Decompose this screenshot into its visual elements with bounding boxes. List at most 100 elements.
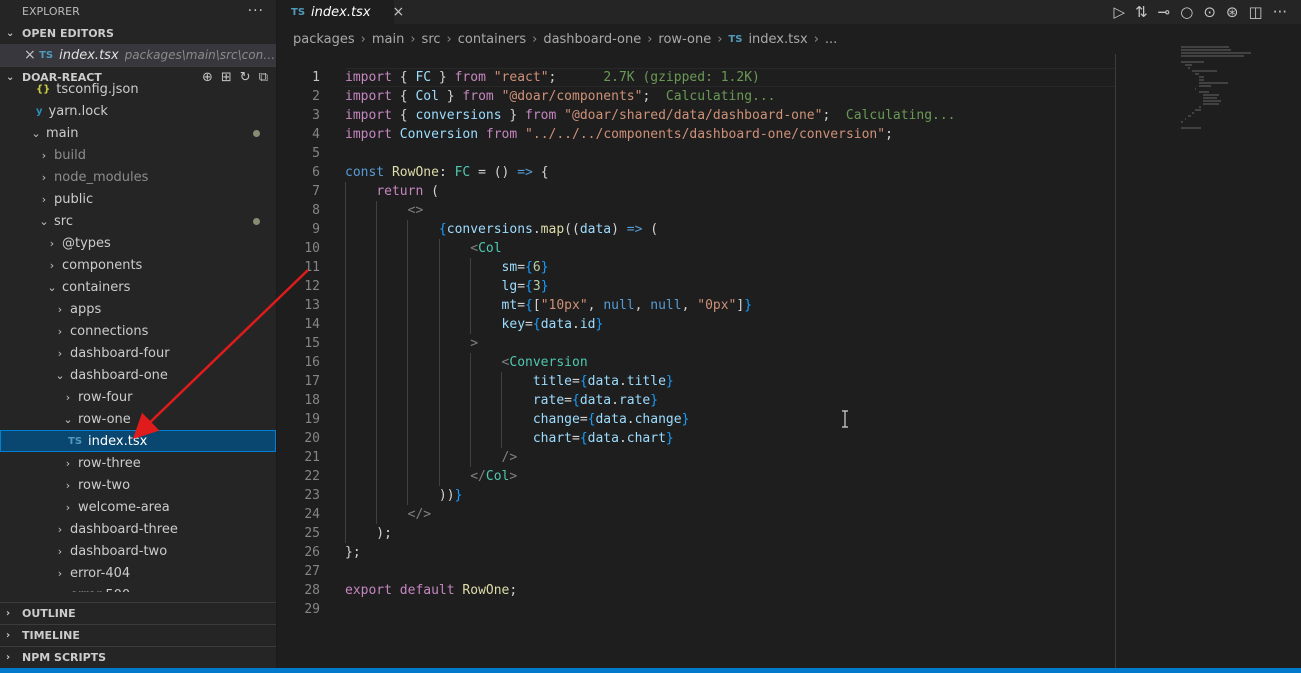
tree-item-welcome-area[interactable]: › welcome-area (0, 496, 276, 518)
code-line[interactable]: 16 <Conversion (277, 353, 1301, 372)
close-icon[interactable]: × (393, 4, 405, 20)
code-token: } (665, 431, 674, 446)
indent-guide (376, 258, 378, 277)
tree-item-containers[interactable]: ⌄ containers (0, 276, 276, 298)
indent-guide (345, 258, 346, 277)
breadcrumb-item[interactable]: main (372, 32, 404, 47)
tree-item-label: row-four (78, 389, 133, 405)
line-number: 24 (304, 507, 320, 522)
tree-item-row-two[interactable]: › row-two (0, 474, 276, 496)
indent-guide (345, 182, 346, 201)
tree-item-dashboard-two[interactable]: › dashboard-two (0, 540, 276, 562)
code-line[interactable]: 1 import { FC } from "react"; 2.7K (gzipp… (277, 68, 1301, 87)
code-line[interactable]: 21 /> (277, 448, 1301, 467)
tree-item-dashboard-three[interactable]: › dashboard-three (0, 518, 276, 540)
code-line[interactable]: 9 {conversions.map((data) => ( (277, 220, 1301, 239)
code-line[interactable]: 7 return ( (277, 182, 1301, 201)
tree-item-index-tsx[interactable]: TS index.tsx (0, 430, 276, 452)
code-line[interactable]: 12 lg={3} (277, 277, 1301, 296)
code-line[interactable]: 26}; (277, 543, 1301, 562)
compare-changes-icon[interactable]: ⇅ (1135, 3, 1148, 21)
tree-item--types[interactable]: › @types (0, 232, 276, 254)
tree-item-label: welcome-area (78, 499, 170, 515)
indent-guide (376, 296, 378, 315)
code-token: data (579, 222, 612, 237)
editor-pane: TS index.tsx × ▷ ⇅ ⊸ ○ ⊙ ⊛ ◫ ··· packages › main ›… (277, 0, 1301, 668)
tree-item-yarn-lock[interactable]: y yarn.lock (0, 100, 276, 122)
breadcrumb-item[interactable]: ... (825, 32, 837, 47)
code-line[interactable]: 3 import { conversions } from "@doar/shar… (277, 106, 1301, 125)
section-outline[interactable]: › OUTLINE (0, 602, 276, 624)
code-line[interactable]: 23 ))} (277, 486, 1301, 505)
tree-item-row-one[interactable]: ⌄ row-one (0, 408, 276, 430)
code-line[interactable]: 25 ); (277, 524, 1301, 543)
tree-item-build[interactable]: › build (0, 144, 276, 166)
more-actions-icon[interactable]: ··· (248, 3, 264, 19)
code-line[interactable]: 27 (277, 562, 1301, 581)
code-line[interactable]: 8 <> (277, 201, 1301, 220)
tree-item-error-500[interactable]: ›error-500 (0, 584, 276, 593)
tree-item-row-three[interactable]: › row-three (0, 452, 276, 474)
code-line[interactable]: 4 import Conversion from "../../../compon… (277, 125, 1301, 144)
code-line[interactable]: 29 (277, 600, 1301, 619)
code-line[interactable]: 15 > (277, 334, 1301, 353)
code-text: </> (320, 505, 431, 524)
tree-item-components[interactable]: › components (0, 254, 276, 276)
tree-item-error-404[interactable]: › error-404 (0, 562, 276, 584)
code-line[interactable]: 24 </> (277, 505, 1301, 524)
breadcrumb-item[interactable]: row-one (658, 32, 711, 47)
code-line[interactable]: 20 chart={data.chart} (277, 429, 1301, 448)
code-line[interactable]: 22 </Col> (277, 467, 1301, 486)
section-npm-scripts[interactable]: › NPM SCRIPTS (0, 646, 276, 668)
code-token: > (509, 469, 518, 484)
code-token: } (540, 279, 549, 294)
breadcrumb-item[interactable]: dashboard-one (543, 32, 641, 47)
code-token: from (485, 127, 518, 142)
tree-item-connections[interactable]: › connections (0, 320, 276, 342)
breadcrumb-item[interactable]: packages (293, 32, 355, 47)
code-line[interactable]: 19 change={data.change} (277, 410, 1301, 429)
indent-guide (438, 391, 440, 410)
code-line[interactable]: 10 <Col (277, 239, 1301, 258)
code-line[interactable]: 17 title={data.title} (277, 372, 1301, 391)
run-icon[interactable]: ▷ (1114, 3, 1126, 21)
tree-item-node-modules[interactable]: › node_modules (0, 166, 276, 188)
tree-item-apps[interactable]: › apps (0, 298, 276, 320)
breadcrumb-item[interactable]: index.tsx (748, 32, 807, 47)
chevron-right-icon: › (57, 544, 63, 558)
code-token: "0px" (697, 298, 737, 313)
code-line[interactable]: 2 import { Col } from "@doar/components";… (277, 87, 1301, 106)
open-editor-item[interactable]: × TS index.tsx packages\main\src\contain… (0, 44, 276, 66)
indent-guide (345, 429, 346, 448)
code-line[interactable]: 18 rate={data.rate} (277, 391, 1301, 410)
tree-item-tsconfig-json[interactable]: {} tsconfig.json (0, 78, 276, 100)
code-line[interactable]: 13 mt={["10px", null, null, "0px"]} (277, 296, 1301, 315)
git-commit-icon[interactable]: ⊸ (1158, 3, 1171, 21)
open-editors-header[interactable]: ⌄ OPEN EDITORS (0, 22, 276, 44)
code-area[interactable]: 1 import { FC } from "react"; 2.7K (gzipp… (277, 68, 1301, 628)
timeline-icon[interactable]: ⊛ (1226, 3, 1239, 21)
breadcrumb-item[interactable]: containers (458, 32, 526, 47)
git-node-icon[interactable]: ○ (1180, 3, 1193, 21)
tab-index-tsx[interactable]: TS index.tsx × (277, 0, 404, 24)
more-actions-icon[interactable]: ··· (1273, 3, 1287, 21)
code-token: } (431, 70, 455, 85)
code-line[interactable]: 11 sm={6} (277, 258, 1301, 277)
git-branch-icon[interactable]: ⊙ (1203, 3, 1216, 21)
tree-item-dashboard-one[interactable]: ⌄ dashboard-one (0, 364, 276, 386)
split-editor-icon[interactable]: ◫ (1249, 3, 1263, 21)
tree-item-row-four[interactable]: › row-four (0, 386, 276, 408)
section-timeline[interactable]: › TIMELINE (0, 624, 276, 646)
tree-item-src[interactable]: ⌄ src (0, 210, 276, 232)
tree-item-main[interactable]: ⌄ main (0, 122, 276, 144)
tree-item-public[interactable]: › public (0, 188, 276, 210)
tree-item-dashboard-four[interactable]: › dashboard-four (0, 342, 276, 364)
close-icon[interactable]: × (24, 47, 39, 63)
code-line[interactable]: 14 key={data.id} (277, 315, 1301, 334)
code-line[interactable]: 28 export default RowOne; (277, 581, 1301, 600)
code-line[interactable]: 5 (277, 144, 1301, 163)
code-token: = (564, 393, 572, 408)
breadcrumb-item[interactable]: src (422, 32, 441, 47)
code-line[interactable]: 6 const RowOne: FC = () => { (277, 163, 1301, 182)
